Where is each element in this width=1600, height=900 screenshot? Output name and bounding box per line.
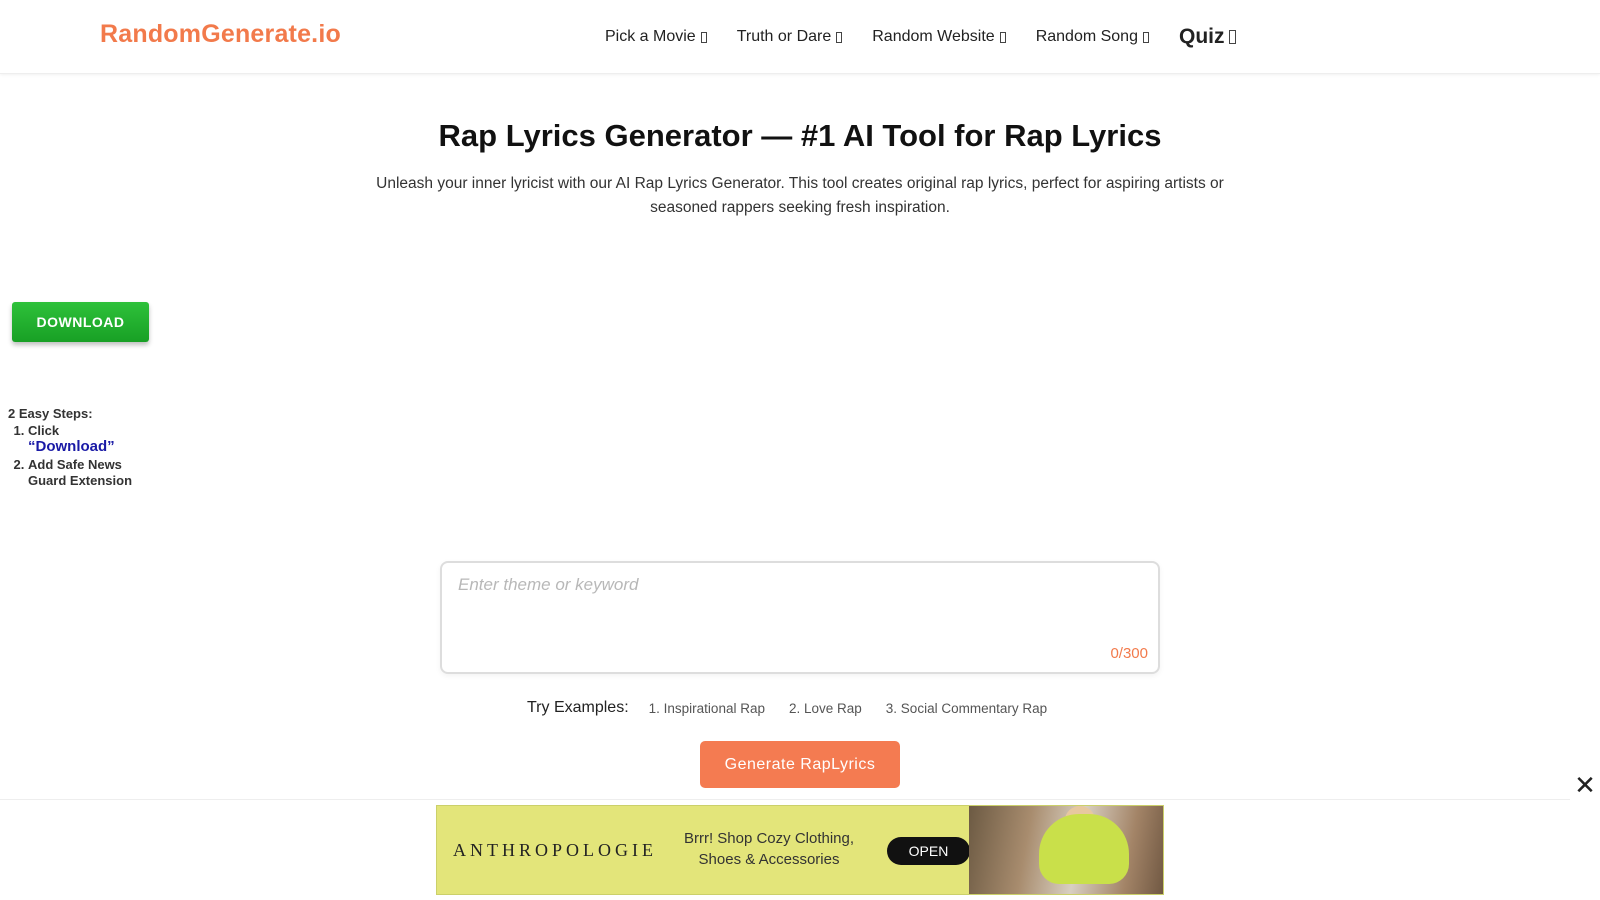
theme-input[interactable] — [458, 575, 1138, 635]
ad-steps: 2 Easy Steps: Click “Download” Add Safe … — [8, 406, 150, 491]
generate-button[interactable]: Generate RapLyrics — [700, 741, 900, 788]
example-social-commentary[interactable]: 3. Social Commentary Rap — [886, 701, 1047, 716]
ad-sweater — [1039, 814, 1129, 884]
site-logo[interactable]: RandomGenerate.io — [100, 20, 341, 49]
ad-open-button[interactable]: OPEN — [887, 837, 970, 865]
page-subtitle: Unleash your inner lyricist with our AI … — [376, 175, 1224, 216]
char-counter: 0/300 — [1110, 645, 1148, 662]
main-nav: Pick a Movie Truth or Dare Random Websit… — [605, 0, 1266, 74]
page-title: Rap Lyrics Generator — #1 AI Tool for Ra… — [438, 118, 1162, 153]
nav-truth-or-dare[interactable]: Truth or Dare — [737, 28, 843, 46]
examples-label: Try Examples: — [527, 699, 629, 716]
example-inspirational[interactable]: 1. Inspirational Rap — [649, 701, 765, 716]
nav-quiz[interactable]: Quiz — [1179, 25, 1237, 49]
example-love[interactable]: 2. Love Rap — [789, 701, 862, 716]
dropdown-icon — [836, 31, 843, 43]
ad-download-button[interactable]: DOWNLOAD — [12, 302, 149, 342]
nav-random-song[interactable]: Random Song — [1036, 28, 1149, 46]
nav-label: Random Song — [1035, 28, 1138, 45]
nav-label: Truth or Dare — [736, 28, 832, 45]
nav-label: Pick a Movie — [605, 28, 696, 45]
dropdown-icon — [1142, 31, 1149, 43]
nav-label: Quiz — [1178, 25, 1225, 48]
theme-input-box: 0/300 — [440, 561, 1160, 674]
bottom-ad-banner[interactable]: ANTHROPOLOGIE Brrr! Shop Cozy Clothing, … — [436, 805, 1164, 895]
nav-pick-a-movie[interactable]: Pick a Movie — [605, 28, 707, 46]
ad-brand: ANTHROPOLOGIE — [453, 840, 657, 860]
ad-step-2: Add Safe News Guard Extension — [28, 457, 150, 489]
examples-row: Try Examples: 1. Inspirational Rap 2. Lo… — [527, 699, 1071, 717]
ad-steps-title: 2 Easy Steps: — [8, 406, 93, 421]
dropdown-icon — [999, 31, 1006, 43]
nav-random-website[interactable]: Random Website — [872, 28, 1006, 46]
ad-step-1: Click “Download” — [28, 423, 150, 455]
ad-step-1-prefix: Click — [28, 423, 60, 438]
close-ad-icon[interactable]: ✕ — [1570, 770, 1600, 800]
ad-message: Brrr! Shop Cozy Clothing, Shoes & Access… — [683, 830, 855, 868]
ad-step-1-download: “Download” — [28, 438, 115, 455]
ad-photo — [969, 806, 1163, 894]
left-side-ad: DOWNLOAD 2 Easy Steps: Click “Download” … — [0, 100, 150, 690]
site-header: RandomGenerate.io Pick a Movie Truth or … — [0, 0, 1600, 74]
dropdown-icon — [1229, 30, 1237, 44]
dropdown-icon — [700, 31, 707, 43]
nav-label: Random Website — [872, 28, 995, 45]
